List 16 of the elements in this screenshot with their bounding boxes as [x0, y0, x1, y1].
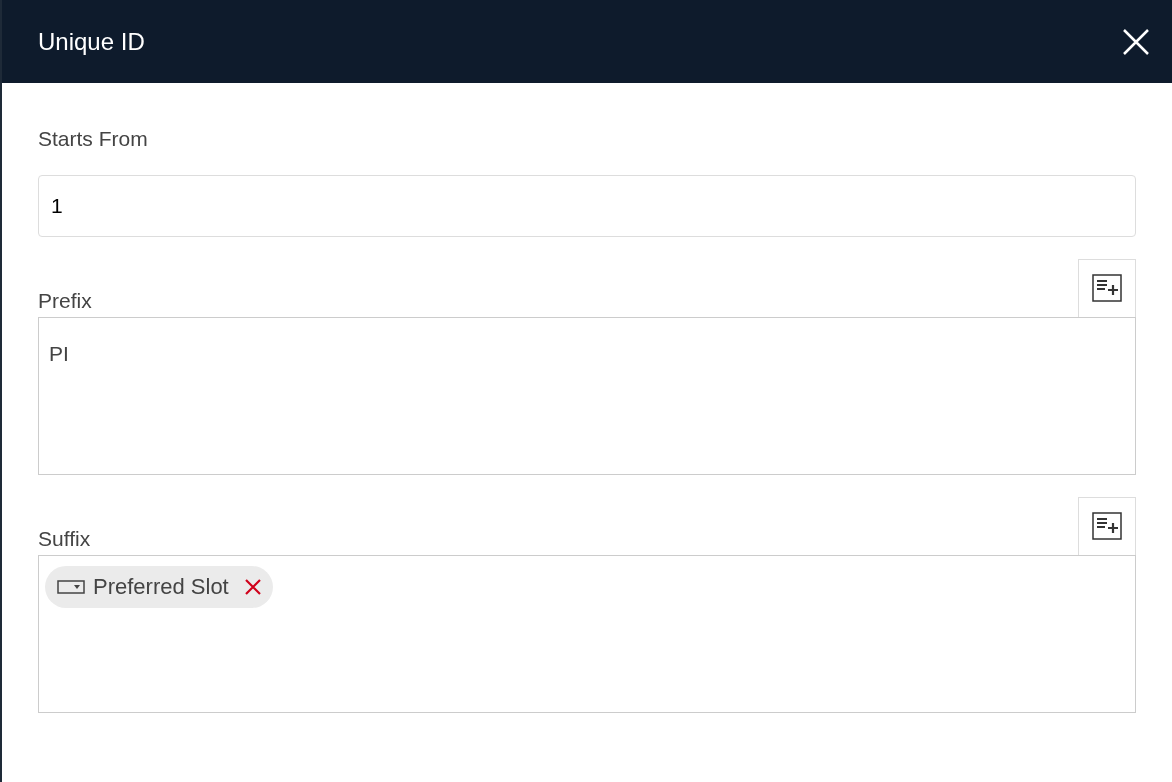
insert-field-button[interactable] — [1078, 496, 1136, 555]
insert-field-icon — [1092, 274, 1122, 302]
field-label: Suffix — [38, 526, 91, 552]
text-editor[interactable]: Preferred Slot — [38, 554, 1136, 713]
field-label: Prefix — [38, 288, 92, 314]
text-editor[interactable]: PI — [38, 316, 1136, 475]
field-label: Starts From — [38, 126, 148, 152]
input-field[interactable]: 1 — [38, 174, 1136, 237]
editor-text: PI — [48, 340, 70, 367]
close-icon[interactable] — [1122, 27, 1150, 56]
dropdown-field-icon — [57, 579, 85, 594]
remove-icon[interactable] — [244, 578, 261, 595]
dialog-title: Unique ID — [38, 26, 145, 57]
insert-field-button[interactable] — [1078, 258, 1136, 317]
chip-label: Preferred Slot — [93, 573, 229, 601]
insert-field-icon — [1092, 512, 1122, 540]
